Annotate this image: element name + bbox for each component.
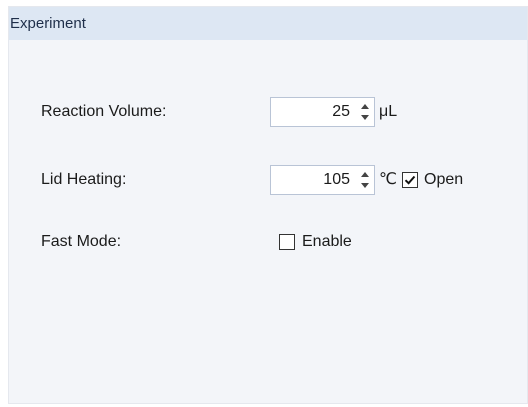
panel-title: Experiment: [9, 7, 527, 40]
chevron-down-icon: [360, 115, 369, 120]
fast-mode-enable-checkbox[interactable]: [279, 234, 295, 250]
reaction-volume-unit: μL: [379, 103, 398, 120]
lid-heating-spinbox[interactable]: 105: [270, 165, 375, 195]
lid-heating-value[interactable]: 105: [323, 166, 350, 194]
fast-mode-label: Fast Mode:: [41, 233, 122, 250]
fast-mode-row: Fast Mode: Enable: [9, 227, 527, 257]
reaction-volume-increment-button[interactable]: [358, 101, 371, 112]
reaction-volume-label: Reaction Volume:: [41, 103, 167, 120]
reaction-volume-decrement-button[interactable]: [358, 112, 371, 123]
chevron-up-icon: [360, 104, 369, 109]
reaction-volume-row: Reaction Volume: 25 μL: [9, 97, 527, 127]
reaction-volume-spinbox[interactable]: 25: [270, 97, 375, 127]
chevron-down-icon: [360, 183, 369, 188]
checkmark-icon: [404, 175, 416, 185]
reaction-volume-value[interactable]: 25: [332, 98, 350, 126]
lid-heating-decrement-button[interactable]: [358, 180, 371, 191]
experiment-panel: Experiment Reaction Volume: 25 μL Lid He…: [8, 6, 528, 404]
lid-heating-row: Lid Heating: 105 ℃ Open: [9, 165, 527, 195]
lid-heating-increment-button[interactable]: [358, 169, 371, 180]
reaction-volume-spin-buttons: [358, 101, 371, 123]
lid-heating-spin-buttons: [358, 169, 371, 191]
chevron-up-icon: [360, 172, 369, 177]
lid-heating-open-checkbox[interactable]: [402, 172, 418, 188]
lid-heating-label: Lid Heating:: [41, 171, 127, 188]
lid-heating-open-label[interactable]: Open: [424, 165, 463, 195]
fast-mode-enable-label[interactable]: Enable: [302, 227, 352, 257]
lid-heating-unit: ℃: [379, 171, 397, 188]
